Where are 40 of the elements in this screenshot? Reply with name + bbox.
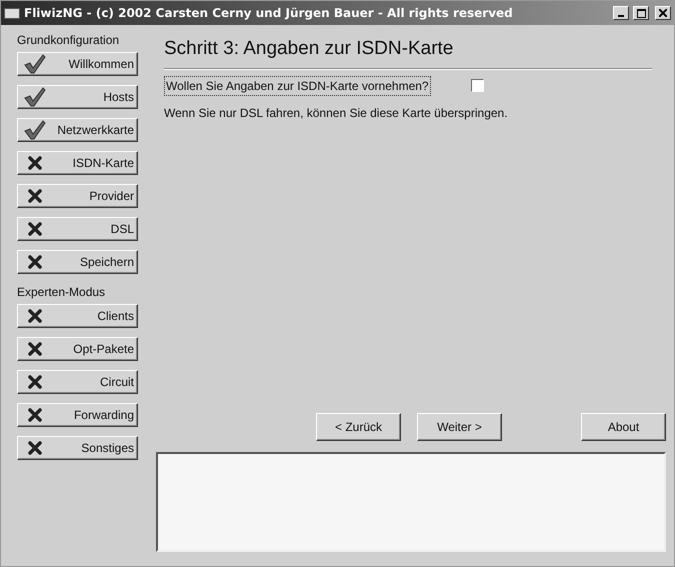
minimize-button[interactable] [613,6,629,20]
cross-icon [28,222,42,236]
check-icon [24,54,46,74]
step-button[interactable]: Clients [17,304,138,328]
step-button[interactable]: Hosts [17,85,138,109]
hint-text: Wenn Sie nur DSL fahren, können Sie diese Karte überspringen. [164,104,509,122]
next-button[interactable]: Weiter > [417,413,502,441]
cross-icon [28,189,42,203]
cross-icon [28,408,42,422]
about-button[interactable]: About [581,413,666,441]
maximize-icon [636,8,646,18]
cross-icon [28,441,42,455]
step-button[interactable]: Provider [17,184,138,208]
checkbox[interactable] [470,79,484,92]
step-button[interactable]: Willkommen [17,52,138,76]
step-button[interactable]: DSL [17,217,138,241]
cross-icon [28,342,42,356]
check-icon [24,87,46,107]
step-button[interactable]: Netzwerkkarte [17,118,138,142]
step-button[interactable]: Speichern [17,250,138,274]
page-title: Schritt 3: Angaben zur ISDN-Karte [164,37,454,61]
maximize-button[interactable] [633,6,649,20]
step-button[interactable]: Sonstiges [17,436,138,460]
app-icon [4,8,20,18]
back-button[interactable]: < Zurück [316,413,401,441]
close-icon [659,9,667,17]
close-button[interactable] [655,6,671,20]
section-heading: Grundkonfiguration [17,32,120,49]
step-button[interactable]: Opt-Pakete [17,337,138,361]
step-button[interactable]: Forwarding [17,403,138,427]
cross-icon [28,309,42,323]
checkbox-label[interactable]: Wollen Sie Angaben zur ISDN-Karte vornehmen? [164,76,431,96]
step-button[interactable]: ISDN-Karte [17,151,138,175]
check-icon [24,120,46,140]
step-button[interactable]: Circuit [17,370,138,394]
window-title: FliwizNG - (c) 2002 Carsten Cerny und Jürgen Bauer - All rights reserved [24,5,514,22]
cross-icon [28,156,42,170]
section-heading: Experten-Modus [17,284,106,301]
cross-icon [28,375,42,389]
cross-icon [28,255,42,269]
